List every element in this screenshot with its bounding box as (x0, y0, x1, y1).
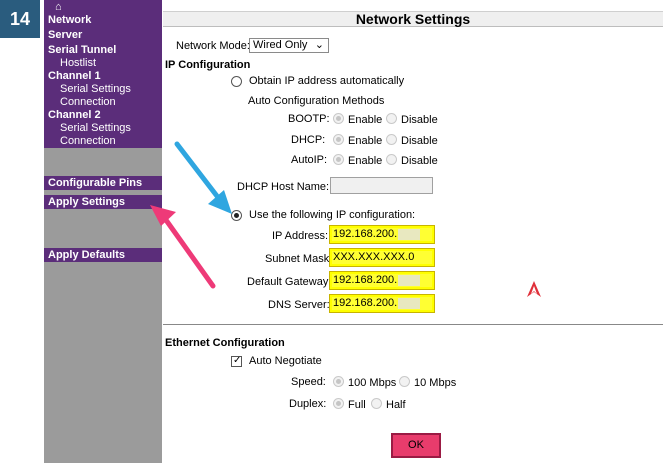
bootp-label: BOOTP: (288, 113, 330, 125)
sidebar-item-apply-defaults[interactable]: Apply Defaults (44, 248, 162, 262)
blue-arrow-icon (174, 141, 232, 214)
bootp-disable-label: Disable (401, 114, 438, 126)
cursor-icon (527, 281, 541, 297)
dhcp-disable-label: Disable (401, 135, 438, 147)
dhcp-host-input[interactable] (330, 177, 433, 194)
bootp-enable-radio[interactable] (333, 113, 344, 124)
redacted-octet (398, 274, 421, 286)
obtain-auto-radio[interactable] (231, 76, 242, 87)
section-divider (163, 324, 663, 325)
redacted-octet (398, 228, 421, 240)
dhcp-disable-radio[interactable] (386, 134, 397, 145)
dns-input[interactable]: 192.168.200. (329, 294, 435, 313)
sidebar-item-server[interactable]: Server (44, 29, 162, 42)
bootp-disable-radio[interactable] (386, 113, 397, 124)
auto-methods-label: Auto Configuration Methods (248, 95, 385, 107)
sidebar-item-serial-tunnel[interactable]: Serial Tunnel (44, 44, 162, 57)
gateway-value: 192.168.200. (333, 274, 398, 286)
network-mode-label: Network Mode: (176, 40, 250, 52)
dhcp-host-label: DHCP Host Name: (237, 181, 330, 193)
ip-address-label: IP Address: (272, 230, 329, 242)
autoip-enable-label: Enable (348, 155, 383, 167)
obtain-auto-label: Obtain IP address automatically (249, 75, 405, 87)
subnet-mask-value: XXX.XXX.XXX.0 (333, 251, 415, 263)
auto-negotiate-label: Auto Negotiate (249, 355, 322, 367)
sidebar: ⌂ Network Server Serial Tunnel Hostlist … (44, 0, 162, 463)
autoip-label: AutoIP: (291, 154, 328, 166)
page-title: Network Settings (163, 11, 663, 27)
dns-value: 192.168.200. (333, 297, 398, 309)
duplex-half-label: Half (386, 399, 406, 411)
dhcp-enable-radio[interactable] (333, 134, 344, 145)
duplex-half-radio[interactable] (371, 398, 382, 409)
gateway-label: Default Gateway: (247, 276, 332, 288)
speed-100-label: 100 Mbps (348, 377, 397, 389)
home-icon[interactable]: ⌂ (55, 1, 62, 13)
autoip-disable-label: Disable (401, 155, 438, 167)
sidebar-item-channel-2[interactable]: Channel 2 (44, 109, 162, 122)
sidebar-item-network[interactable]: Network (44, 14, 162, 27)
top-strip (163, 0, 663, 11)
use-following-radio[interactable] (231, 210, 242, 221)
subnet-mask-input[interactable]: XXX.XXX.XXX.0 (329, 248, 435, 267)
network-mode-select[interactable]: Wired Only ⌄ (249, 38, 329, 53)
redacted-octet (398, 297, 421, 309)
network-mode-value: Wired Only (253, 39, 308, 51)
speed-100-radio[interactable] (333, 376, 344, 387)
autoip-enable-radio[interactable] (333, 154, 344, 165)
ethernet-config-heading: Ethernet Configuration (165, 337, 285, 349)
speed-10-label: 10 Mbps (414, 377, 457, 389)
sidebar-item-configurable-pins[interactable]: Configurable Pins (44, 176, 162, 190)
gateway-input[interactable]: 192.168.200. (329, 271, 435, 290)
sidebar-item-channel-1[interactable]: Channel 1 (44, 70, 162, 83)
dhcp-label: DHCP: (291, 134, 326, 146)
dns-label: DNS Server: (268, 299, 330, 311)
check-icon: ✓ (233, 355, 242, 366)
sidebar-item-ch1-connection[interactable]: Connection (44, 96, 162, 109)
sidebar-item-hostlist[interactable]: Hostlist (44, 57, 162, 70)
autoip-disable-radio[interactable] (386, 154, 397, 165)
sidebar-item-ch2-connection[interactable]: Connection (44, 135, 162, 148)
dhcp-enable-label: Enable (348, 135, 383, 147)
ok-button[interactable]: OK (391, 433, 441, 458)
subnet-mask-label: Subnet Mask: (265, 253, 333, 265)
ip-config-heading: IP Configuration (165, 59, 251, 71)
chevron-down-icon: ⌄ (314, 39, 324, 51)
sidebar-home[interactable]: ⌂ (44, 0, 162, 14)
duplex-full-label: Full (348, 399, 366, 411)
sidebar-item-ch1-serial-settings[interactable]: Serial Settings (44, 83, 162, 96)
bootp-enable-label: Enable (348, 114, 383, 126)
speed-10-radio[interactable] (399, 376, 410, 387)
sidebar-item-ch2-serial-settings[interactable]: Serial Settings (44, 122, 162, 135)
ip-address-value: 192.168.200. (333, 228, 398, 240)
speed-label: Speed: (291, 376, 326, 388)
duplex-label: Duplex: (289, 398, 327, 410)
duplex-full-radio[interactable] (333, 398, 344, 409)
step-number-badge: 14 (0, 0, 40, 38)
auto-negotiate-checkbox[interactable]: ✓ (231, 355, 242, 367)
use-following-label: Use the following IP configuration: (249, 209, 416, 221)
ip-address-input[interactable]: 192.168.200. (329, 225, 435, 244)
sidebar-item-apply-settings[interactable]: Apply Settings (44, 195, 162, 209)
